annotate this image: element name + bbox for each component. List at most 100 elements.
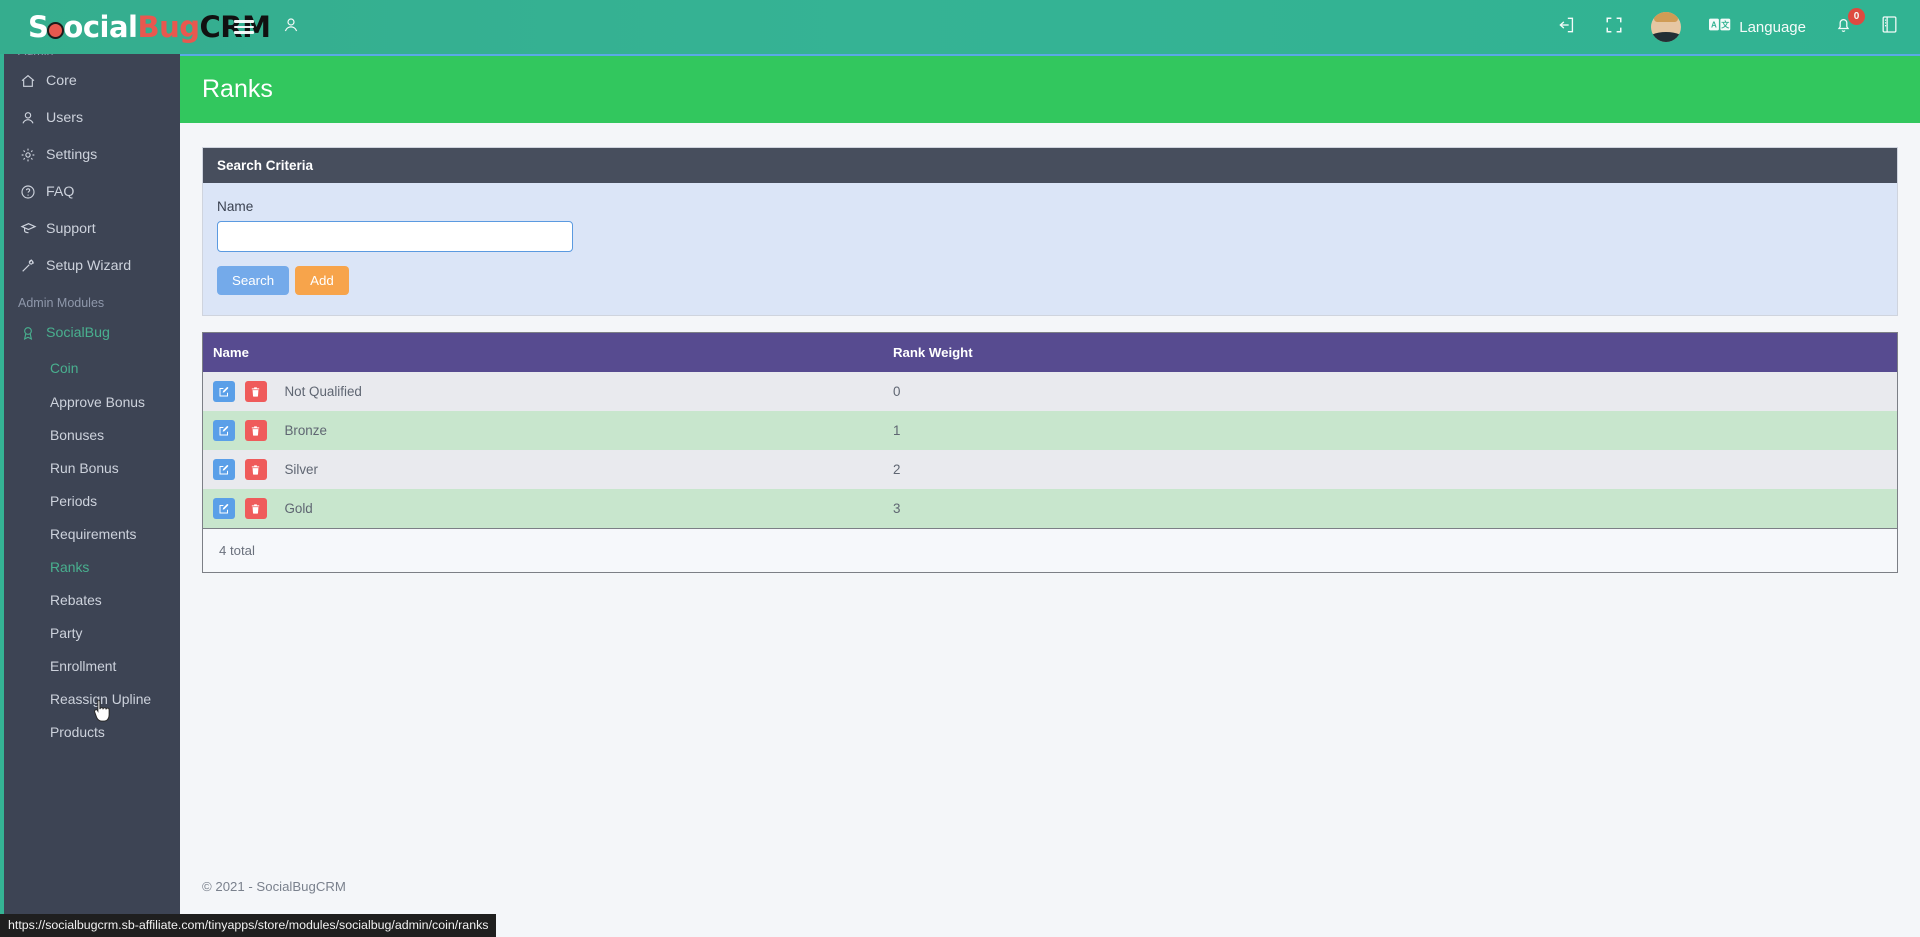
sidebar-module-socialbug[interactable]: SocialBug (0, 314, 180, 351)
sidebar-link-run-bonus[interactable]: Run Bonus (0, 451, 180, 484)
sidebar-link-rebates[interactable]: Rebates (0, 583, 180, 616)
search-criteria-panel: Search Criteria Name Search Add (202, 147, 1898, 316)
sidebar-item-label: Support (46, 220, 96, 237)
cell-name: Not Qualified (203, 372, 883, 411)
edit-icon[interactable] (213, 420, 235, 441)
svg-text:A: A (1711, 21, 1717, 30)
sidebar-item-users[interactable]: Users (0, 99, 180, 136)
sidebar-link-label: Rebates (50, 591, 102, 608)
sidebar-link-label: Ranks (50, 558, 90, 575)
search-actions: Search Add (217, 266, 1883, 295)
language-label: Language (1739, 18, 1806, 36)
sidebar-link-periods[interactable]: Periods (0, 484, 180, 517)
rank-name: Silver (284, 462, 318, 477)
notifications-button[interactable]: 0 (1820, 0, 1867, 54)
sidebar-link-reassign-upline[interactable]: Reassign Upline (0, 682, 180, 715)
award-icon (20, 325, 46, 341)
sidebar-item-settings[interactable]: Settings (0, 136, 180, 173)
sidebar-link-label: Party (50, 624, 83, 641)
sidebar-link-approve-bonus[interactable]: Approve Bonus (0, 385, 180, 418)
sidebar-link-label: Bonuses (50, 426, 105, 443)
trash-icon[interactable] (244, 498, 267, 519)
sidebar-item-faq[interactable]: FAQ (0, 173, 180, 210)
trash-icon[interactable] (244, 381, 267, 402)
cell-rank-weight: 1 (883, 411, 1897, 450)
sidebar-link-party[interactable]: Party (0, 616, 180, 649)
user-icon (282, 16, 300, 39)
column-header-rank-weight[interactable]: Rank Weight (883, 333, 1897, 372)
edit-icon[interactable] (213, 498, 235, 519)
table-row: Gold 3 (203, 489, 1897, 528)
trash-icon[interactable] (244, 459, 267, 480)
sidebar-item-setup-wizard[interactable]: Setup Wizard (0, 247, 180, 284)
sidebar: Admin Core Users Settings FAQ Support (0, 40, 180, 937)
table-header-row: Name Rank Weight (203, 333, 1897, 372)
sidebar-link-label: Reassign Upline (50, 690, 152, 707)
cell-rank-weight: 2 (883, 450, 1897, 489)
book-icon (1881, 15, 1898, 39)
add-button[interactable]: Add (295, 266, 349, 295)
status-bar-url: https://socialbugcrm.sb-affiliate.com/ti… (0, 914, 497, 937)
trash-icon[interactable] (244, 420, 267, 441)
sidebar-item-core[interactable]: Core (0, 62, 180, 99)
cell-name: Silver (203, 450, 883, 489)
top-bar: SocialBugCRM A 文 Language (0, 0, 1920, 54)
sidebar-link-bonuses[interactable]: Bonuses (0, 418, 180, 451)
app-logo[interactable]: SocialBugCRM (0, 10, 271, 44)
logo-text-bug: Bug (137, 10, 200, 44)
cell-name: Bronze (203, 411, 883, 450)
name-field-label: Name (217, 199, 254, 214)
sidebar-section-admin-modules: Admin Modules (18, 296, 105, 310)
sidebar-link-label: Enrollment (50, 657, 117, 674)
main-content: Ranks Search Criteria Name Search Add Na… (180, 54, 1920, 937)
gear-icon (20, 147, 46, 163)
table-total-count: 4 total (203, 528, 1897, 572)
language-button[interactable]: A 文 Language (1695, 0, 1820, 54)
sidebar-link-label: Approve Bonus (50, 393, 145, 410)
hamburger-icon (234, 17, 254, 38)
cell-name: Gold (203, 489, 883, 528)
page-title: Ranks (202, 75, 273, 103)
sidebar-link-enrollment[interactable]: Enrollment (0, 649, 180, 682)
sidebar-link-ranks[interactable]: Ranks (0, 550, 180, 583)
search-criteria-body: Name Search Add (203, 183, 1897, 315)
logo-text-social: S (28, 10, 49, 44)
rank-name: Not Qualified (284, 384, 362, 399)
table-body: Not Qualified 0 Bronze 1 Silver 2 Gold 3 (203, 372, 1897, 528)
fullscreen-icon (1605, 16, 1623, 39)
account-avatar-button[interactable] (1637, 0, 1695, 54)
user-menu-button[interactable] (268, 0, 314, 54)
ranks-table: Name Rank Weight Not Qualified 0 Bronze … (203, 333, 1897, 528)
sidebar-link-products[interactable]: Products (0, 715, 180, 748)
fullscreen-button[interactable] (1591, 0, 1637, 54)
sidebar-item-label: Setup Wizard (46, 257, 132, 274)
menu-toggle-button[interactable] (220, 0, 268, 54)
sidebar-link-label: Requirements (50, 525, 137, 542)
sidebar-accent-bar (0, 40, 4, 937)
edit-icon[interactable] (213, 381, 235, 402)
ladybug-icon (47, 22, 65, 39)
edit-icon[interactable] (213, 459, 235, 480)
footer-copyright: © 2021 - SocialBugCRM (202, 879, 346, 894)
table-row: Not Qualified 0 (203, 372, 1897, 411)
table-row: Bronze 1 (203, 411, 1897, 450)
content-area: Search Criteria Name Search Add Name Ran… (180, 123, 1920, 573)
question-circle-icon (20, 184, 46, 200)
sidebar-link-requirements[interactable]: Requirements (0, 517, 180, 550)
magic-wand-icon (20, 258, 46, 274)
sidebar-item-label: Core (46, 72, 77, 89)
docs-button[interactable] (1867, 0, 1920, 54)
home-icon (20, 73, 46, 89)
search-name-input[interactable] (217, 221, 573, 252)
search-criteria-title: Search Criteria (203, 148, 1897, 183)
sidebar-item-label: Users (46, 109, 84, 126)
sidebar-item-support[interactable]: Support (0, 210, 180, 247)
sidebar-group-coin[interactable]: Coin (0, 351, 180, 385)
column-header-name[interactable]: Name (203, 333, 883, 372)
search-button[interactable]: Search (217, 266, 290, 295)
sidebar-link-label: Run Bonus (50, 459, 119, 476)
translate-icon: A 文 (1709, 17, 1731, 37)
logout-button[interactable] (1543, 0, 1591, 54)
logo-text-social-rest: ocial (63, 10, 138, 44)
sidebar-link-label: Products (50, 723, 105, 740)
